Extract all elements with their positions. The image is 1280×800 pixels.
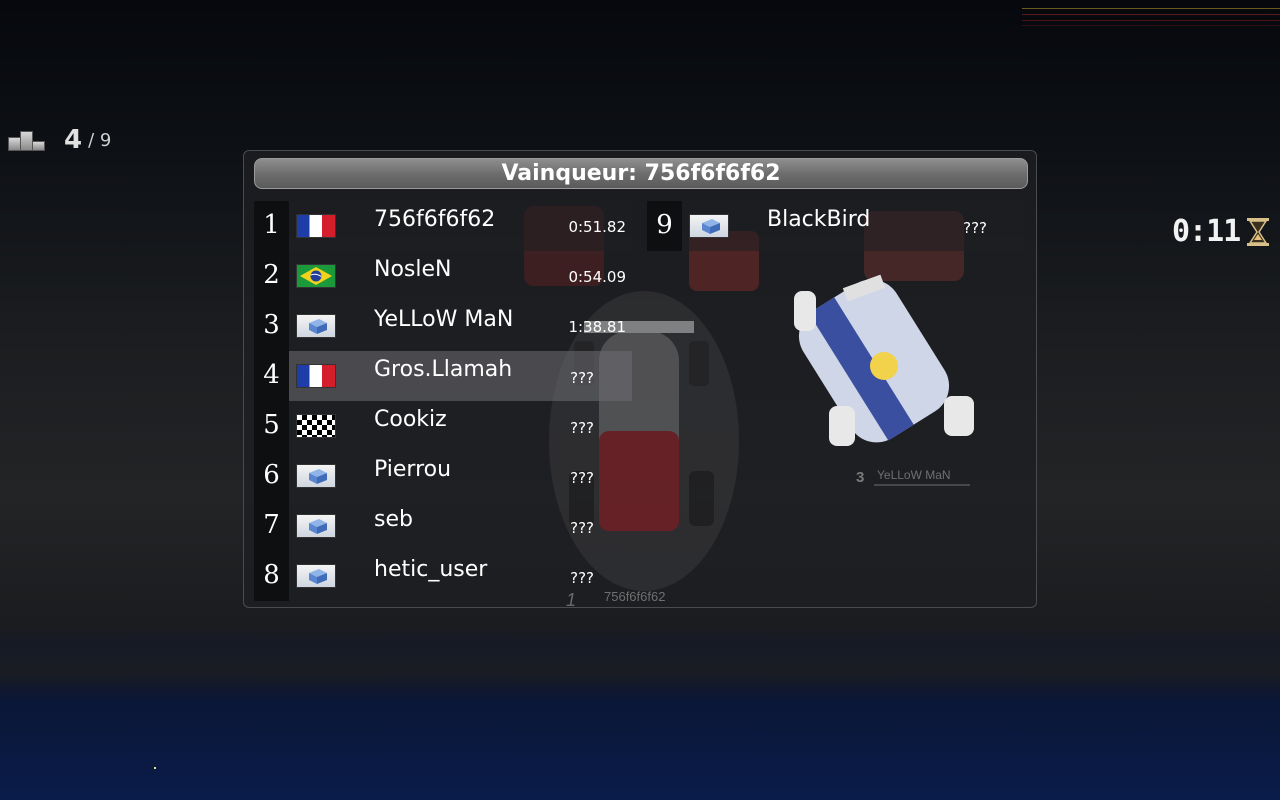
row-player-name: 756f6f6f62 (374, 207, 496, 232)
row-position: 7 (254, 501, 289, 551)
winner-title: Vainqueur: 756f6f6f62 (254, 158, 1028, 189)
row-time: ??? (570, 519, 594, 537)
checkered-flag-icon (296, 414, 336, 438)
row-position: 8 (254, 551, 289, 601)
results-row: 7 seb ??? (254, 501, 632, 551)
row-player-name: Gros.Llamah (374, 357, 513, 382)
hud-decor-lines (1022, 8, 1280, 26)
flag-brazil-icon (296, 264, 336, 288)
generic-player-icon (296, 564, 336, 588)
results-row: 3 YeLLoW MaN 1:38.81 (254, 301, 632, 351)
row-position: 4 (254, 351, 289, 401)
row-player-name: seb (374, 507, 413, 532)
results-column-right: 9 BlackBird ??? (647, 201, 1025, 251)
results-row: 6 Pierrou ??? (254, 451, 632, 501)
hourglass-icon (1247, 217, 1270, 246)
row-player-name: hetic_user (374, 557, 488, 582)
row-time: ??? (570, 469, 594, 487)
results-row: 2 NosleN 0:54.09 (254, 251, 632, 301)
rank-position: 4 (64, 125, 83, 155)
row-player-name: BlackBird (767, 207, 871, 232)
minimap-dot (154, 767, 156, 769)
row-position: 6 (254, 451, 289, 501)
race-timer: 0:11 (1172, 214, 1270, 249)
results-row: 1 756f6f6f62 0:51.82 (254, 201, 632, 251)
results-panel: 3 YeLLoW MaN 1 756f6f6f62 Vainqueur: 756… (243, 150, 1037, 608)
row-time: ??? (570, 419, 594, 437)
generic-player-icon (296, 314, 336, 338)
row-time: 1:38.81 (568, 318, 626, 336)
rank-indicator: 4 / 9 (8, 125, 111, 155)
podium-icon (8, 129, 45, 151)
row-player-name: Pierrou (374, 457, 452, 482)
row-position: 1 (254, 201, 289, 251)
row-time: ??? (570, 369, 594, 387)
results-row: 8 hetic_user ??? (254, 551, 632, 601)
row-time: ??? (963, 219, 987, 237)
row-position: 2 (254, 251, 289, 301)
timer-text: 0:11 (1172, 214, 1241, 249)
row-position: 9 (647, 201, 682, 251)
flag-france-icon (296, 364, 336, 388)
kart-label-3-name: YeLLoW MaN (877, 468, 951, 482)
rank-total: / 9 (88, 129, 112, 151)
generic-player-icon (689, 214, 729, 238)
generic-player-icon (296, 514, 336, 538)
results-row: 9 BlackBird ??? (647, 201, 1025, 251)
row-player-name: YeLLoW MaN (374, 307, 514, 332)
row-player-name: NosleN (374, 257, 452, 282)
flag-france-icon (296, 214, 336, 238)
row-position: 3 (254, 301, 289, 351)
results-row: 5 Cookiz ??? (254, 401, 632, 451)
row-time: 0:51.82 (568, 218, 626, 236)
row-time: 0:54.09 (568, 268, 626, 286)
row-position: 5 (254, 401, 289, 451)
results-row-current-player: 4 Gros.Llamah ??? (254, 351, 632, 401)
generic-player-icon (296, 464, 336, 488)
kart-label-3-num: 3 (856, 469, 864, 486)
row-time: ??? (570, 569, 594, 587)
row-player-name: Cookiz (374, 407, 447, 432)
results-column-left: 1 756f6f6f62 0:51.82 2 NosleN 0:54.09 3 (254, 201, 632, 601)
track-horizon (0, 640, 1280, 700)
